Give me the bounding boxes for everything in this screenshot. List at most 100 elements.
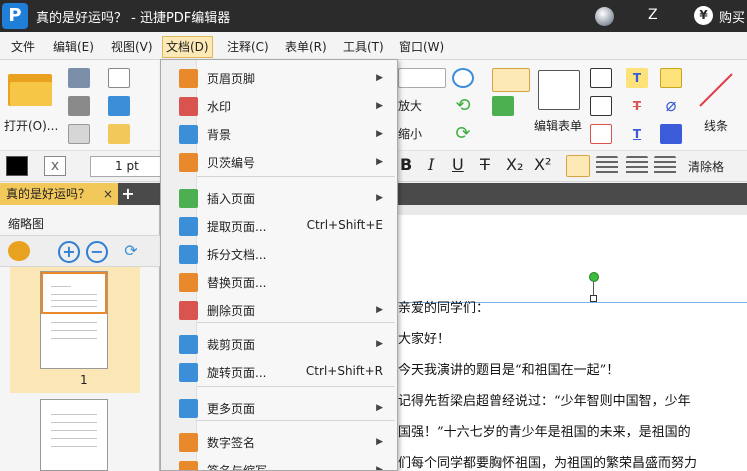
underline-text-icon[interactable]: T [626, 124, 648, 144]
yen-icon[interactable]: ¥ [694, 6, 713, 25]
extract-page-icon [179, 217, 198, 236]
clear-format-button[interactable]: 清除格 [688, 158, 724, 175]
note-icon[interactable] [660, 68, 682, 88]
menu-item[interactable]: 水印 ▶ [161, 92, 397, 120]
submenu-arrow-icon: ▶ [376, 73, 383, 83]
zoom-out-label[interactable]: 缩小 [398, 125, 422, 142]
menu-item[interactable]: 页眉页脚 ▶ [161, 64, 397, 92]
zoom-select[interactable] [398, 68, 446, 88]
align-center-icon[interactable] [596, 156, 618, 176]
text-field-icon[interactable] [590, 96, 612, 116]
doc-text-line[interactable]: 国强！”十六七岁的青少年是祖国的未来，是祖国的 [398, 421, 691, 440]
menu-edit[interactable]: 编辑(E) [50, 36, 97, 58]
document-tab-label: 真的是好运吗？ [6, 187, 91, 201]
typewriter-icon[interactable]: T [626, 68, 648, 88]
properties-icon[interactable] [68, 124, 90, 144]
tab-close-icon[interactable]: × [103, 183, 117, 205]
edit-text-icon[interactable] [492, 68, 530, 92]
page-thumbnail-2[interactable] [40, 399, 108, 471]
menu-item[interactable]: 插入页面 ▶ [161, 184, 397, 212]
menu-item[interactable]: 提取页面... Ctrl+Shift+E [161, 212, 397, 240]
italic-button[interactable]: I [428, 155, 444, 174]
scan-icon[interactable] [108, 96, 130, 116]
menu-form[interactable]: 表单(R) [282, 36, 330, 58]
zoom-in-icon[interactable] [452, 68, 474, 88]
subscript-button[interactable]: X₂ [506, 155, 523, 174]
doc-text-line[interactable]: 大家好！ [398, 328, 450, 347]
rotate-handle[interactable] [589, 272, 599, 282]
line-tool-icon[interactable] [696, 70, 736, 110]
new-tab-icon[interactable]: + [119, 185, 137, 203]
email-icon[interactable] [108, 68, 130, 88]
menu-item-label: 水印 [207, 100, 232, 114]
thumb-zoom-in-icon[interactable]: + [58, 241, 80, 263]
align-right-icon[interactable] [626, 156, 648, 176]
submenu-arrow-icon: ▶ [376, 305, 383, 315]
menu-item[interactable]: 数字签名 ▶ [161, 428, 397, 456]
thumbnail-settings-icon[interactable] [8, 241, 30, 261]
submenu-arrow-icon: ▶ [376, 403, 383, 413]
edit-form-icon[interactable] [538, 70, 580, 110]
sound-icon[interactable] [660, 124, 682, 144]
callout-icon[interactable] [590, 124, 612, 144]
add-image-icon[interactable] [492, 96, 514, 116]
zoom-in-label[interactable]: 放大 [398, 97, 422, 114]
line-width-select[interactable]: 1 pt [90, 156, 162, 177]
bold-button[interactable]: B [400, 155, 416, 174]
open-button-label[interactable]: 打开(O)... [4, 117, 58, 134]
doc-text-line[interactable]: 亲爱的同学们： [398, 297, 489, 316]
print-icon[interactable] [68, 96, 90, 116]
align-left-icon[interactable] [566, 155, 590, 177]
title-bar: P 真的是好运吗？ - 迅捷PDF编辑器 Z ¥ 购买 [0, 0, 747, 32]
doc-text-line[interactable]: 们每个同学都要胸怀祖国，为祖国的繁荣昌盛而努力 [398, 452, 697, 471]
doc-text-line[interactable]: 记得先哲梁启超曾经说过：“少年智则中国智，少年 [398, 390, 691, 409]
doc-text-line[interactable]: 今天我演讲的题目是“和祖国在一起”！ [398, 359, 619, 378]
delete-page-icon [179, 301, 198, 320]
menu-window[interactable]: 窗口(W) [396, 36, 447, 58]
menu-item-label: 替换页面... [207, 276, 267, 290]
document-tab[interactable]: 真的是好运吗？ [0, 183, 118, 205]
menu-item[interactable]: 更多页面 ▶ [161, 394, 397, 422]
text-box-icon[interactable] [590, 68, 612, 88]
buy-button[interactable]: 购买 [719, 7, 745, 26]
sign-initials-icon [179, 461, 198, 470]
underline-button[interactable]: U [452, 155, 468, 174]
page-thumbnail-1[interactable] [40, 271, 108, 369]
menu-item[interactable]: 删除页面 ▶ [161, 296, 397, 324]
menu-tools[interactable]: 工具(T) [340, 36, 387, 58]
digital-signature-icon [179, 433, 198, 452]
save-icon[interactable] [68, 68, 90, 88]
edit-form-label[interactable]: 编辑表单 [534, 117, 582, 134]
strikethrough-button[interactable]: T [480, 155, 496, 174]
skin-globe-icon[interactable] [595, 7, 614, 26]
rotate-ccw-icon[interactable]: ⟲ [452, 96, 474, 116]
menu-comment[interactable]: 注释(C) [224, 36, 272, 58]
menu-view[interactable]: 视图(V) [108, 36, 156, 58]
menu-file[interactable]: 文件 [8, 36, 38, 58]
resize-handle[interactable] [590, 295, 597, 302]
menu-item-label: 背景 [207, 128, 232, 142]
menu-item[interactable]: 裁剪页面 ▶ [161, 330, 397, 358]
page-thumbnail-selected[interactable]: 1 [10, 267, 140, 393]
thumb-rotate-icon[interactable]: ⟳ [120, 241, 142, 261]
attach-file-icon[interactable]: ⌀ [660, 96, 682, 116]
menu-item[interactable]: 贝茨编号 ▶ [161, 148, 397, 176]
rotate-cw-icon[interactable]: ⟳ [452, 124, 474, 144]
menu-document[interactable]: 文档(D) [162, 36, 213, 58]
line-tool-label[interactable]: 线条 [704, 117, 728, 134]
menu-item[interactable]: 背景 ▶ [161, 120, 397, 148]
justify-icon[interactable] [654, 156, 676, 176]
user-initial[interactable]: Z [648, 7, 658, 23]
stroke-color-swatch[interactable] [6, 156, 28, 176]
open-folder-icon[interactable] [8, 70, 52, 106]
strikeout-icon[interactable]: T [626, 96, 648, 116]
menu-item[interactable]: 签名与缩写 ▶ [161, 456, 397, 470]
superscript-button[interactable]: X² [534, 155, 551, 174]
menu-item[interactable]: 拆分文档... [161, 240, 397, 268]
menu-item[interactable]: 替换页面... [161, 268, 397, 296]
menu-item[interactable]: 旋转页面... Ctrl+Shift+R [161, 358, 397, 386]
thumbnail-panel-title: 缩略图 [8, 217, 45, 231]
fill-none-swatch[interactable]: x [44, 156, 66, 176]
thumb-zoom-out-icon[interactable]: − [86, 241, 108, 263]
new-doc-icon[interactable] [108, 124, 130, 144]
